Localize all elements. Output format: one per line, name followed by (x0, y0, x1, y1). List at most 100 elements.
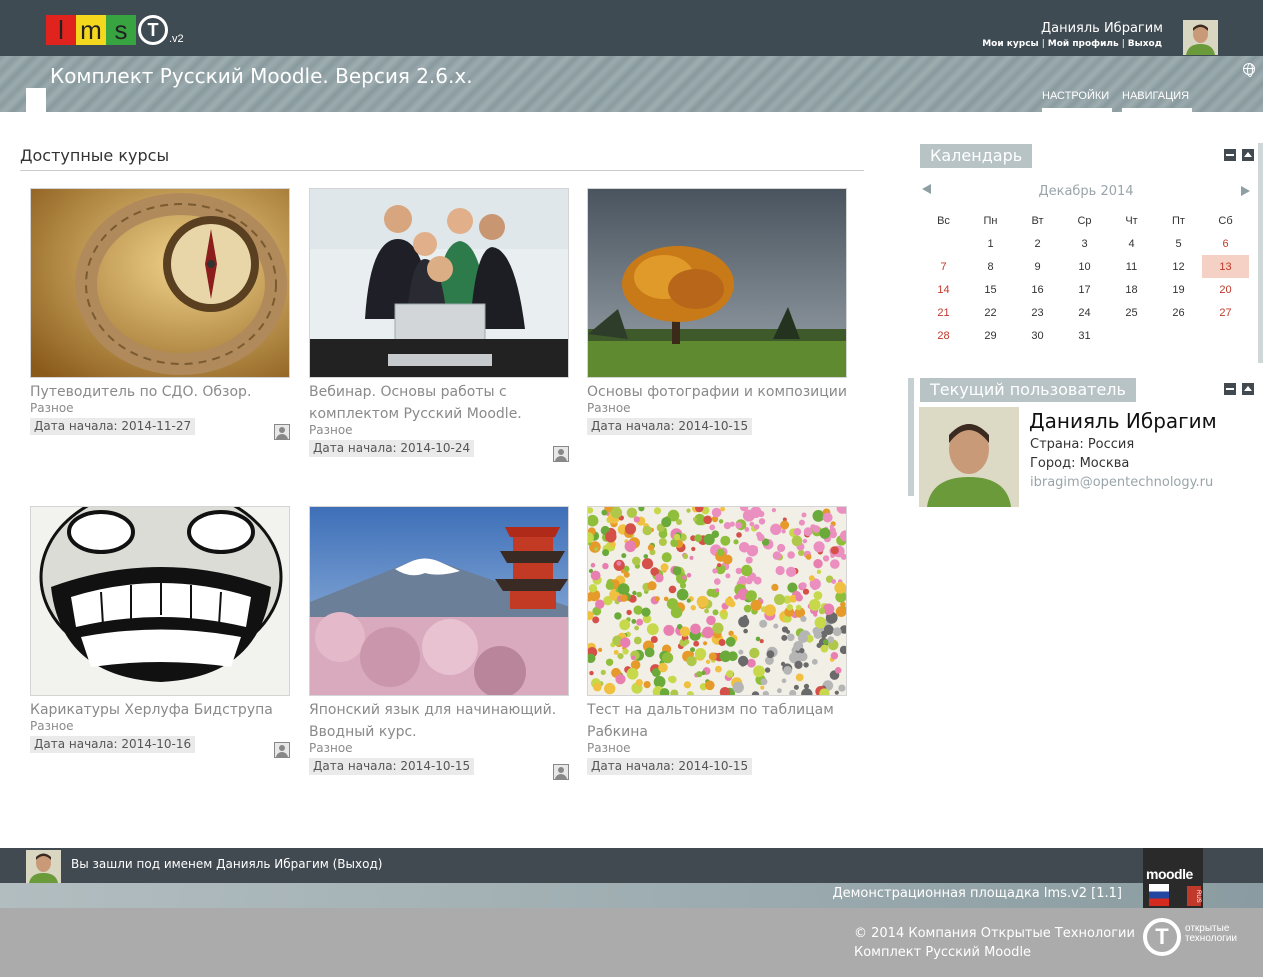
calendar-day[interactable]: 21 (920, 301, 967, 324)
logout-link[interactable]: Выход (1128, 39, 1162, 49)
teacher-icon[interactable] (274, 742, 290, 758)
color-dot (718, 519, 724, 524)
course-image-compass[interactable] (30, 188, 290, 378)
course-name[interactable]: Карикатуры Херлуфа Бидструпа (30, 699, 292, 721)
calendar-day[interactable]: 3 (1061, 232, 1108, 255)
calendar-day[interactable]: 19 (1155, 278, 1202, 301)
calendar-day[interactable]: 15 (967, 278, 1014, 301)
calendar-day[interactable]: 17 (1061, 278, 1108, 301)
calendar-week-row: 14 15 16 17 18 19 20 (920, 278, 1249, 301)
calendar-day[interactable]: 7 (920, 255, 967, 278)
minimize-icon[interactable] (1224, 149, 1236, 161)
calendar-day[interactable]: 8 (967, 255, 1014, 278)
course-image-team[interactable] (309, 188, 569, 378)
opentechnology-logo[interactable]: T открытые технологии (1142, 916, 1252, 960)
color-dot (720, 535, 731, 546)
calendar-day[interactable]: 27 (1202, 301, 1249, 324)
color-dot (803, 662, 809, 668)
teacher-icon[interactable] (274, 424, 290, 440)
move-up-icon[interactable] (1242, 149, 1254, 161)
calendar-day[interactable]: 31 (1061, 324, 1108, 347)
course-card: Карикатуры Херлуфа Бидструпа Разное Дата… (30, 506, 292, 758)
color-dot (619, 619, 631, 631)
color-dot (726, 670, 734, 678)
course-name[interactable]: Тест на дальтонизм по таблицам Рабкина (587, 699, 849, 743)
calendar-day[interactable]: 16 (1014, 278, 1061, 301)
weekday-header: Пн (983, 215, 998, 227)
calendar-day[interactable]: 25 (1108, 301, 1155, 324)
color-dot (759, 619, 768, 628)
my-courses-link[interactable]: Мои курсы (982, 39, 1038, 49)
moodle-logo[interactable]: moodle RUS (1143, 848, 1203, 908)
color-dot (626, 609, 632, 616)
course-image-caricature[interactable] (30, 506, 290, 696)
ot-logo-text: открытые технологии (1185, 924, 1237, 944)
course-category: Разное (30, 401, 74, 415)
calendar-day[interactable]: 4 (1108, 232, 1155, 255)
calendar-day[interactable]: 20 (1202, 278, 1249, 301)
calendar-day[interactable]: 23 (1014, 301, 1061, 324)
course-category: Разное (30, 719, 74, 733)
calendar-day[interactable]: 22 (967, 301, 1014, 324)
site-logo[interactable]: l m s T .v2 (46, 15, 184, 45)
course-name[interactable]: Вебинар. Основы работы с комплектом Русс… (309, 381, 571, 425)
teacher-icon[interactable] (553, 764, 569, 780)
course-image-tree[interactable] (587, 188, 847, 378)
minimize-icon[interactable] (1224, 383, 1236, 395)
course-name[interactable]: Японский язык для начинающий. Вводный ку… (309, 699, 571, 743)
calendar-day[interactable]: 28 (920, 324, 967, 347)
calendar-week-row: 28 29 30 31 (920, 324, 1249, 347)
logo-letter-l: l (46, 15, 76, 45)
calendar-day[interactable]: 29 (967, 324, 1014, 347)
current-user-name[interactable]: Данияль Ибрагим (1029, 409, 1217, 433)
calendar-day[interactable]: 18 (1108, 278, 1155, 301)
course-image-color-dots[interactable] (587, 506, 847, 696)
navigation-nav[interactable]: НАВИГАЦИЯ (1122, 90, 1189, 102)
teacher-icon[interactable] (553, 446, 569, 462)
course-name[interactable]: Путеводитель по СДО. Обзор. (30, 381, 292, 403)
course-start-date: Дата начала: 2014-10-24 (309, 440, 475, 457)
color-dot (812, 510, 825, 522)
calendar-day[interactable]: 26 (1155, 301, 1202, 324)
color-dot (823, 639, 829, 645)
my-profile-link[interactable]: Мой профиль (1048, 39, 1119, 49)
color-dot (691, 546, 696, 552)
header-user-name[interactable]: Данияль Ибрагим (1041, 21, 1163, 36)
color-dot (835, 606, 846, 617)
color-dot (812, 525, 821, 533)
color-dot (703, 515, 712, 525)
settings-nav[interactable]: НАСТРОЙКИ (1042, 90, 1109, 102)
current-user-email[interactable]: ibragim@opentechnology.ru (1030, 475, 1213, 490)
color-dot (749, 647, 760, 659)
calendar-day[interactable]: 9 (1014, 255, 1061, 278)
calendar-day[interactable]: 30 (1014, 324, 1061, 347)
calendar-day[interactable]: 2 (1014, 232, 1061, 255)
course-card: Вебинар. Основы работы с комплектом Русс… (309, 188, 571, 462)
footer-demo-link[interactable]: Демонстрационная площадка lms.v2 [1.1] (832, 886, 1122, 901)
header-avatar[interactable] (1183, 20, 1218, 55)
calendar-day[interactable]: 1 (967, 232, 1014, 255)
calendar-day[interactable]: 24 (1061, 301, 1108, 324)
calendar-day[interactable]: 13 (1202, 255, 1249, 278)
moodle-logo-text: moodle (1146, 866, 1193, 882)
calendar-day[interactable]: 12 (1155, 255, 1202, 278)
color-dot (588, 584, 598, 593)
globe-icon[interactable] (1243, 63, 1255, 77)
calendar-prev-icon[interactable] (922, 184, 931, 194)
color-dot (781, 626, 789, 633)
current-user-avatar[interactable] (919, 407, 1019, 507)
color-dot (650, 636, 658, 643)
calendar-day[interactable]: 11 (1108, 255, 1155, 278)
calendar-day[interactable]: 6 (1202, 232, 1249, 255)
calendar-day[interactable]: 14 (920, 278, 967, 301)
course-image-fuji[interactable] (309, 506, 569, 696)
course-name[interactable]: Основы фотографии и композиции (587, 381, 849, 403)
color-dot (590, 562, 596, 568)
move-up-icon[interactable] (1242, 383, 1254, 395)
calendar-day[interactable]: 5 (1155, 232, 1202, 255)
calendar-day[interactable]: 10 (1061, 255, 1108, 278)
calendar-next-icon[interactable] (1241, 186, 1250, 196)
color-dot (682, 575, 687, 580)
color-dot (630, 655, 636, 661)
footer-avatar[interactable] (26, 850, 61, 883)
